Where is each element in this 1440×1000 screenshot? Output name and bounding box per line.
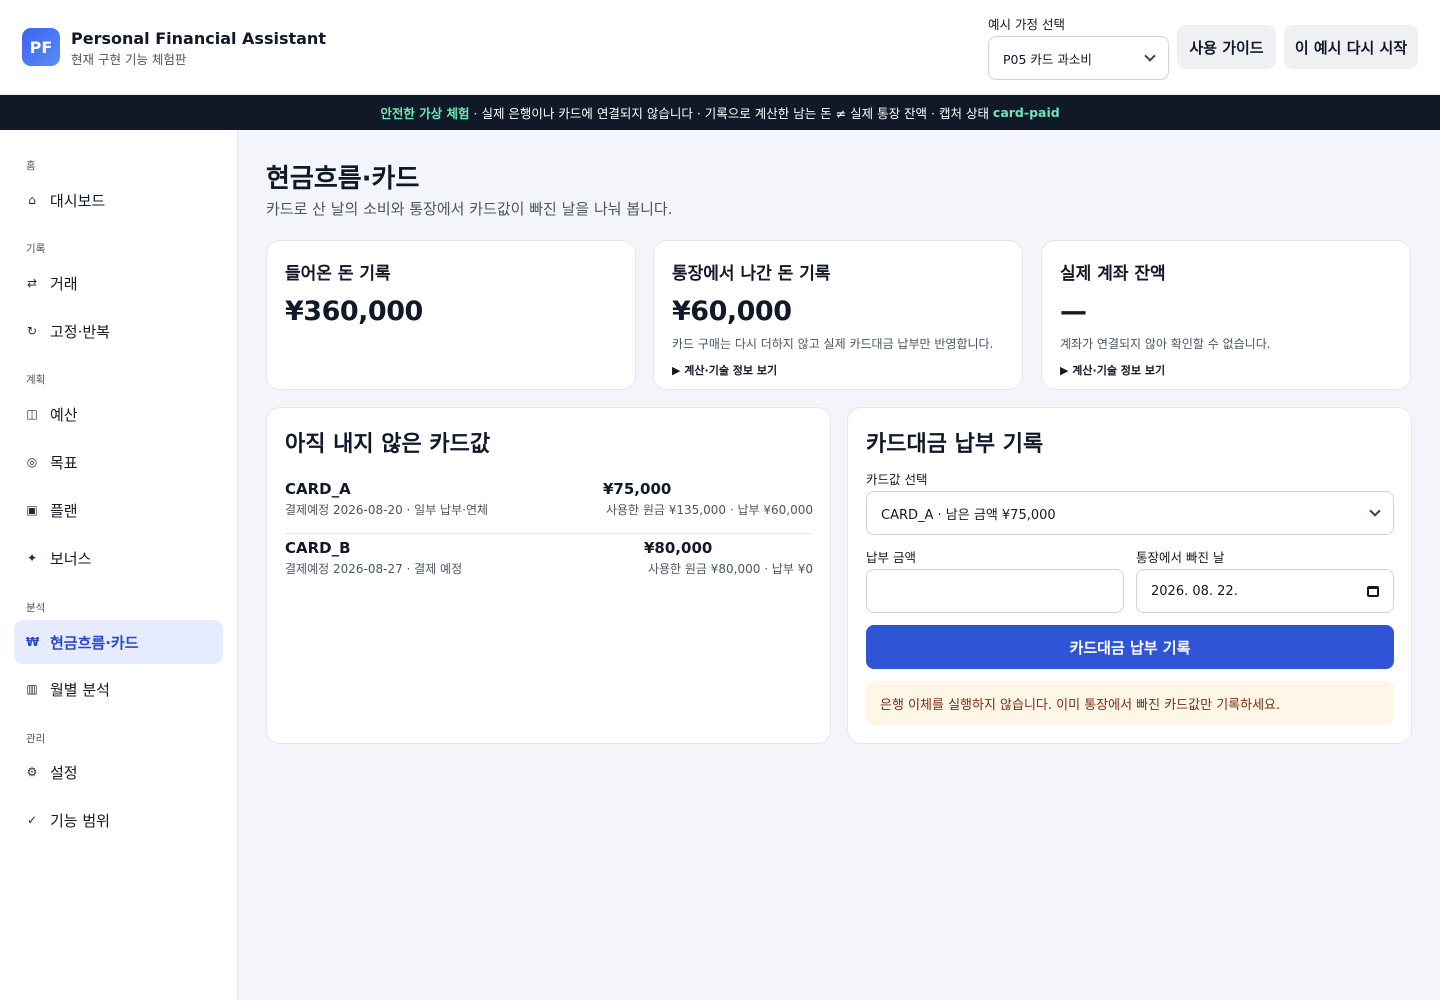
page-subtitle: 카드로 산 날의 소비와 통장에서 카드값이 빠진 날을 나눠 봅니다.: [266, 200, 673, 218]
sidebar-item-label: 월별 분석: [50, 680, 110, 699]
sidebar-item-label: 거래: [50, 274, 78, 293]
card-due-info: 결제예정 2026-08-20 · 일부 납부·연체: [285, 503, 489, 517]
capture-status: card-paid: [992, 105, 1060, 120]
safety-banner: 안전한 가상 체험 · 실제 은행이나 카드에 연결되지 않습니다 · 기록으로…: [0, 95, 1440, 130]
banner-text: · 실제 은행이나 카드에 연결되지 않습니다 · 기록으로 계산한 남는 돈 …: [469, 106, 993, 121]
calendar-icon[interactable]: [1367, 585, 1379, 597]
sidebar-item-bonus[interactable]: ✦ 보너스: [14, 536, 223, 580]
amount-input[interactable]: [866, 569, 1124, 613]
card-select-value: CARD_A · 남은 금액 ¥75,000: [881, 507, 1056, 523]
chevron-down-icon: [1369, 505, 1381, 517]
sidebar-item-settings[interactable]: ⚙ 설정: [14, 750, 223, 794]
card-select-label: 카드값 선택: [866, 472, 928, 487]
card-remaining-amount: ¥75,000: [603, 480, 672, 498]
sidebar-item-feature-scope[interactable]: ✓ 기능 범위: [14, 798, 223, 842]
kpi-card-account-balance: 실제 계좌 잔액 — 계좌가 연결되지 않아 확인할 수 없습니다. ▶ 계산·…: [1041, 240, 1411, 390]
repeat-icon: ↻: [26, 324, 38, 338]
card-select[interactable]: CARD_A · 남은 금액 ¥75,000: [866, 491, 1394, 535]
scenario-label: 예시 가정 선택: [988, 17, 1065, 32]
check-icon: ✓: [26, 813, 38, 827]
unpaid-card-bills-panel: 아직 내지 않은 카드값 CARD_A 결제예정 2026-08-20 · 일부…: [266, 407, 831, 744]
kpi-note: 카드 구매는 다시 더하지 않고 실제 카드대금 납부만 반영합니다.: [672, 337, 994, 351]
card-name: CARD_B: [285, 539, 351, 557]
kpi-value: ¥360,000: [285, 296, 423, 327]
date-input[interactable]: 2026. 08. 22.: [1136, 569, 1394, 613]
sidebar-item-dashboard[interactable]: ⌂ 대시보드: [14, 178, 223, 222]
plan-icon: ▣: [26, 503, 38, 517]
tech-info-toggle[interactable]: ▶ 계산·기술 정보 보기: [672, 362, 1004, 378]
section-title: 카드대금 납부 기록: [866, 432, 1044, 457]
app-title: Personal Financial Assistant: [71, 29, 326, 48]
sidebar-item-label: 목표: [50, 453, 78, 472]
sidebar-item-label: 기능 범위: [50, 811, 110, 830]
guide-button[interactable]: 사용 가이드: [1177, 25, 1276, 69]
kpi-title: 통장에서 나간 돈 기록: [672, 264, 831, 284]
sidebar-item-transactions[interactable]: ⇄ 거래: [14, 261, 223, 305]
sidebar: 홈 ⌂ 대시보드 기록 ⇄ 거래 ↻ 고정·반복 계획 ◫ 예산 ◎ 목표 ▣ …: [0, 130, 238, 1000]
sidebar-item-goals[interactable]: ◎ 목표: [14, 440, 223, 484]
card-bill-row: CARD_A 결제예정 2026-08-20 · 일부 납부·연체 ¥75,00…: [285, 480, 813, 534]
sidebar-section-plan: 계획: [26, 374, 46, 386]
card-bill-row: CARD_B 결제예정 2026-08-27 · 결제 예정 ¥80,000 사…: [285, 539, 813, 593]
app-logo: PF: [22, 28, 60, 66]
sidebar-item-label: 설정: [50, 763, 78, 782]
target-icon: ◎: [26, 455, 38, 469]
chevron-down-icon: [1144, 50, 1156, 62]
top-bar: PF Personal Financial Assistant 현재 구현 기능…: [0, 0, 1440, 95]
gear-icon: ⚙: [26, 765, 38, 779]
sidebar-section-records: 기록: [26, 243, 46, 255]
date-input-value: 2026. 08. 22.: [1151, 583, 1238, 599]
sidebar-item-label: 대시보드: [50, 191, 106, 210]
kpi-value: ¥60,000: [672, 296, 792, 327]
kpi-card-outflow: 통장에서 나간 돈 기록 ¥60,000 카드 구매는 다시 더하지 않고 실제…: [653, 240, 1023, 390]
notice-message: 은행 이체를 실행하지 않습니다. 이미 통장에서 빠진 카드값만 기록하세요.: [866, 681, 1394, 725]
section-title: 아직 내지 않은 카드값: [285, 432, 491, 457]
scenario-select[interactable]: P05 카드 과소비: [988, 36, 1169, 80]
sidebar-item-recurring[interactable]: ↻ 고정·반복: [14, 309, 223, 353]
banner-highlight: 안전한 가상 체험: [380, 106, 470, 121]
restart-example-button[interactable]: 이 예시 다시 시작: [1284, 25, 1418, 69]
sidebar-item-budget[interactable]: ◫ 예산: [14, 392, 223, 436]
sidebar-item-plan[interactable]: ▣ 플랜: [14, 488, 223, 532]
sidebar-item-label: 고정·반복: [50, 322, 110, 341]
sidebar-section-home: 홈: [26, 160, 36, 172]
kpi-title: 들어온 돈 기록: [285, 264, 391, 284]
won-icon: ₩: [26, 635, 40, 649]
sidebar-item-label: 현금흐름·카드: [50, 633, 139, 652]
kpi-value: —: [1060, 296, 1087, 327]
app-subtitle: 현재 구현 기능 체험판: [71, 52, 187, 67]
page-title: 현금흐름·카드: [266, 164, 420, 194]
card-amount-detail: 사용한 원금 ¥135,000 · 납부 ¥60,000: [605, 503, 813, 517]
scenario-select-value: P05 카드 과소비: [1003, 51, 1092, 67]
sidebar-item-label: 예산: [50, 405, 78, 424]
card-remaining-amount: ¥80,000: [644, 539, 713, 557]
record-payment-button[interactable]: 카드대금 납부 기록: [866, 625, 1394, 669]
amount-label: 납부 금액: [866, 550, 916, 565]
tech-info-toggle[interactable]: ▶ 계산·기술 정보 보기: [1060, 362, 1392, 378]
card-payment-form: 카드대금 납부 기록 카드값 선택 CARD_A · 남은 금액 ¥75,000…: [847, 407, 1412, 744]
sparkle-icon: ✦: [26, 551, 38, 565]
transfer-icon: ⇄: [26, 276, 38, 290]
sidebar-section-analysis: 분석: [26, 602, 46, 614]
card-name: CARD_A: [285, 480, 351, 498]
sidebar-item-label: 보너스: [50, 549, 92, 568]
kpi-card-income: 들어온 돈 기록 ¥360,000: [266, 240, 636, 390]
sidebar-item-monthly-analysis[interactable]: ▥ 월별 분석: [14, 667, 223, 711]
sidebar-section-manage: 관리: [26, 733, 46, 745]
bar-chart-icon: ▥: [26, 682, 38, 696]
card-due-info: 결제예정 2026-08-27 · 결제 예정: [285, 562, 463, 576]
date-label: 통장에서 빠진 날: [1136, 550, 1225, 565]
kpi-note: 계좌가 연결되지 않아 확인할 수 없습니다.: [1060, 337, 1271, 351]
sidebar-item-cashflow-card[interactable]: ₩ 현금흐름·카드: [14, 620, 223, 664]
budget-icon: ◫: [26, 407, 38, 421]
home-icon: ⌂: [28, 193, 36, 207]
card-amount-detail: 사용한 원금 ¥80,000 · 납부 ¥0: [647, 562, 813, 576]
sidebar-item-label: 플랜: [50, 501, 78, 520]
kpi-title: 실제 계좌 잔액: [1060, 264, 1166, 284]
